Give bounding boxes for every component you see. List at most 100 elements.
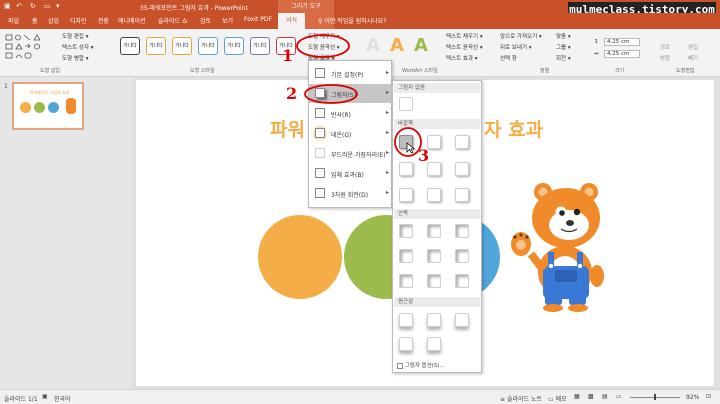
tab-animations[interactable]: 애니메이션 [118,16,146,25]
outer-shadow-option-8[interactable] [427,188,441,202]
zoom-slider-handle[interactable] [654,394,656,400]
menu-item-preset[interactable]: 기본 설정(P) ▸ [309,64,393,83]
shape-style-5[interactable]: 가나다 [224,37,244,55]
shape-style-6[interactable]: 가나다 [250,37,270,55]
selection-pane-button[interactable]: 선택 창 [500,54,517,62]
slideshow-view-icon[interactable]: ▭ [616,393,622,400]
shadow-options-icon [397,362,403,369]
menu-item-soft-edges[interactable]: 부드러운 가장자리(E) ▸ [309,144,393,163]
orange-circle-shape[interactable] [258,215,342,299]
merge-shapes-button[interactable]: 도형 병합 ▾ [62,54,89,62]
reading-view-icon[interactable]: ▤ [602,393,608,400]
width-input[interactable]: 4.25 cm [604,50,640,58]
bring-forward-button[interactable]: 앞으로 가져오기 ▾ [500,32,542,40]
outer-shadow-option-3[interactable] [455,135,469,149]
inner-shadow-option-8[interactable] [427,274,441,288]
text-outline-button[interactable]: 텍스트 윤곽선 ▾ [446,43,483,51]
zoom-level[interactable]: 92% [686,394,699,401]
group-button[interactable]: 그룹 ▾ [556,43,571,51]
menu-item-3d-rotation[interactable]: 3차원 회전(D) ▸ [309,184,393,203]
perspective-shadow-option-1[interactable] [399,313,413,327]
text-effects-button[interactable]: 텍스트 효과 ▾ [446,54,478,62]
edit-button[interactable]: 편집 [688,43,698,51]
shape-gallery[interactable] [4,33,56,61]
align-button[interactable]: 맞춤 ▾ [556,32,571,40]
shape-style-4[interactable]: 가나다 [198,37,218,55]
slide-title-right[interactable]: 자 효과 [484,115,543,142]
wordart-style-1[interactable]: A [366,35,380,56]
inner-shadow-option-6[interactable] [455,249,469,263]
menu-item-bevel[interactable]: 입체 효과(B) ▸ [309,164,393,183]
tell-me-search[interactable]: ♀ 어떤 작업을 원하시나요? [318,16,387,25]
outer-shadow-option-7[interactable] [399,188,413,202]
tab-view[interactable]: 보기 [222,16,233,25]
shape-style-2[interactable]: 가나다 [146,37,166,55]
tab-insert[interactable]: 삽입 [48,16,59,25]
inner-shadow-option-9[interactable] [455,274,469,288]
rotate-button[interactable]: 회전 ▾ [556,54,571,62]
perspective-shadow-option-4[interactable] [399,337,413,351]
slideshow-start-icon[interactable]: ▭ [44,2,51,10]
perspective-shadow-option-2[interactable] [427,313,441,327]
outer-shadow-option-4[interactable] [399,162,413,176]
text-box-button[interactable]: 텍스트 상자 ▾ [62,43,94,51]
wordart-style-3[interactable]: A [414,35,428,56]
inner-shadow-option-3[interactable] [455,224,469,238]
perspective-shadow-option-5[interactable] [427,337,441,351]
inner-shadow-option-5[interactable] [427,249,441,263]
tab-design[interactable]: 디자인 [70,16,87,25]
3d-rotation-icon [315,188,325,198]
shadow-options-link[interactable]: 그림자 옵션(S)... [397,361,445,369]
menu-item-glow[interactable]: 네온(G) ▸ [309,124,393,143]
normal-view-icon[interactable]: ▦ [574,393,580,400]
tab-slideshow[interactable]: 슬라이드 쇼 [158,16,188,25]
slide-thumbnail-1[interactable]: 파워포인트 그림자 효과 [12,82,84,130]
send-backward-button[interactable]: 뒤로 보내기 ▾ [500,43,532,51]
slide-title-left[interactable]: 파워 [270,115,305,142]
annotation-step-3: 3 [418,146,430,165]
bear-mascot-image[interactable] [505,180,615,315]
text-fill-button[interactable]: 텍스트 채우기 ▾ [446,32,483,40]
comments-button[interactable]: ▭ 메모 [548,394,567,403]
undo-icon[interactable]: ↶ [16,2,22,10]
perspective-shadow-option-3[interactable] [455,313,469,327]
save-icon[interactable]: ▣ [4,2,11,10]
inner-shadow-option-7[interactable] [399,274,413,288]
shape-style-1[interactable]: 가나다 [120,37,140,55]
merge-button[interactable]: 병합 [660,54,670,62]
inner-shadow-option-2[interactable] [427,224,441,238]
tab-home[interactable]: 홈 [32,16,38,25]
path-button[interactable]: 경로 [660,43,670,51]
tab-file[interactable]: 파일 [8,16,19,25]
menu-item-reflection[interactable]: 반사(R) ▸ [309,104,393,123]
tab-review[interactable]: 검토 [200,16,211,25]
bevel-icon [315,168,325,178]
thumbnail-title: 파워포인트 그림자 효과 [30,90,70,95]
no-shadow-option[interactable] [399,97,413,111]
spellcheck-icon[interactable]: ▣ [42,393,48,400]
slide-sorter-icon[interactable]: ▩ [588,393,594,400]
redo-icon[interactable]: ↻ [30,2,36,10]
height-input[interactable]: 4.25 cm [604,38,640,46]
thumb-circle-blue [48,102,59,113]
edit-shape-button[interactable]: 도형 편집 ▾ [62,32,89,40]
wordart-style-2[interactable]: A [390,35,404,56]
window-title: 35-파워포인트 그림자 효과 - PowerPoint [140,5,248,12]
shape-style-3[interactable]: 가나다 [172,37,192,55]
fit-to-window-icon[interactable]: ⊡ [706,393,711,400]
quick-access-more-icon[interactable]: ▾ [56,2,60,10]
outer-shadow-option-9[interactable] [455,188,469,202]
inner-shadow-option-1[interactable] [399,224,413,238]
group-label-insert-shapes: 도형 삽입 [40,68,60,74]
width-icon: ↔ [594,51,599,57]
notes-button[interactable]: ≡ 슬라이드 노트 [500,394,542,403]
group-label-wordart: WordArt 스타일 [402,68,438,74]
inner-shadow-option-4[interactable] [399,249,413,263]
chevron-right-icon: ▸ [385,109,389,116]
tab-foxit-pdf[interactable]: Foxit PDF [244,16,272,23]
outer-shadow-option-6[interactable] [455,162,469,176]
language-label[interactable]: 한국어 [54,394,71,403]
tab-format[interactable]: 서식 [278,13,306,29]
tab-transitions[interactable]: 전환 [98,16,109,25]
subtract-button[interactable]: 빼기 [688,54,698,62]
